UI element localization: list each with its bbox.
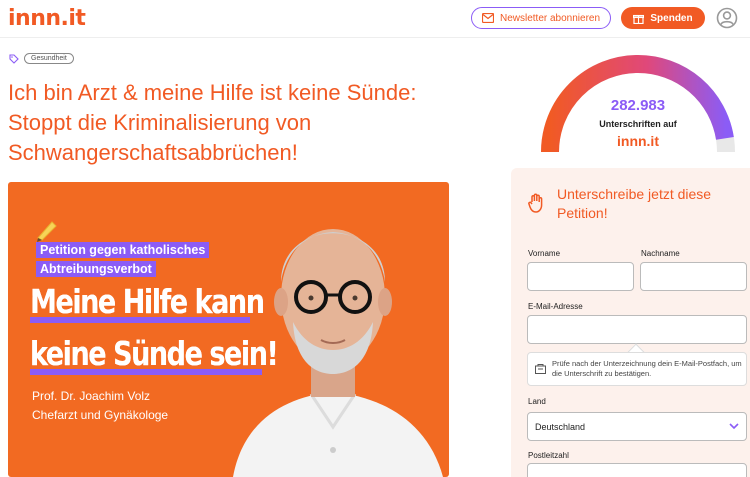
site-header: innn.it Newsletter abonnieren Spenden (0, 0, 750, 38)
hero-person-name: Prof. Dr. Joachim Volz (32, 389, 151, 403)
hero-person-role: Chefarzt und Gynäkologe (32, 408, 169, 422)
raised-hand-icon (528, 193, 543, 213)
last-name-label: Nachname (641, 249, 680, 258)
email-hint-text: Prüfe nach der Unterzeichnung dein E-Mai… (552, 359, 742, 378)
hero-pill-line1: Petition gegen katholisches (36, 242, 210, 258)
tag-icon (9, 53, 19, 64)
mail-check-icon (535, 364, 546, 374)
donate-label: Spenden (650, 12, 693, 24)
newsletter-label: Newsletter abonnieren (499, 12, 601, 24)
chevron-down-icon (729, 423, 739, 430)
country-value: Deutschland (535, 421, 586, 432)
first-name-input[interactable] (527, 262, 634, 291)
mail-icon (481, 13, 494, 23)
signature-count: 282.983 (610, 97, 666, 114)
tag-label: Gesundheit (24, 53, 74, 64)
hero-headline-line1: Meine Hilfe kann (30, 282, 265, 321)
page-title: Ich bin Arzt & meine Hilfe ist keine Sün… (8, 80, 417, 165)
last-name-input[interactable] (640, 262, 747, 291)
pen-icon (37, 221, 57, 242)
signature-count-site: innn.it (617, 133, 659, 149)
first-name-label: Vorname (528, 249, 561, 258)
gift-icon (633, 14, 645, 24)
email-hint: Prüfe nach der Unterzeichnung dein E-Mai… (527, 352, 747, 386)
postal-code-input[interactable] (527, 463, 747, 477)
category-tag[interactable]: Gesundheit (9, 53, 74, 64)
email-input[interactable] (527, 315, 747, 344)
sign-heading: Unterschreibe jetzt diese Petition! (557, 186, 712, 221)
donate-button[interactable]: Spenden (621, 7, 705, 29)
newsletter-button[interactable]: Newsletter abonnieren (471, 7, 611, 29)
hero-headline-line2: keine Sünde sein! (30, 334, 279, 373)
country-label: Land (528, 397, 546, 406)
email-label: E-Mail-Adresse (528, 302, 583, 311)
user-icon[interactable] (716, 7, 738, 29)
country-select[interactable]: Deutschland (527, 412, 747, 441)
signature-count-label: Unterschriften auf (599, 119, 677, 129)
hero-pill-line2: Abtreibungsverbot (36, 261, 156, 277)
portrait-photo (233, 229, 443, 477)
hero-image: Petition gegen katholisches Abtreibungsv… (8, 182, 449, 477)
postal-code-label: Postleitzahl (528, 451, 569, 460)
logo[interactable]: innn.it (8, 6, 86, 31)
